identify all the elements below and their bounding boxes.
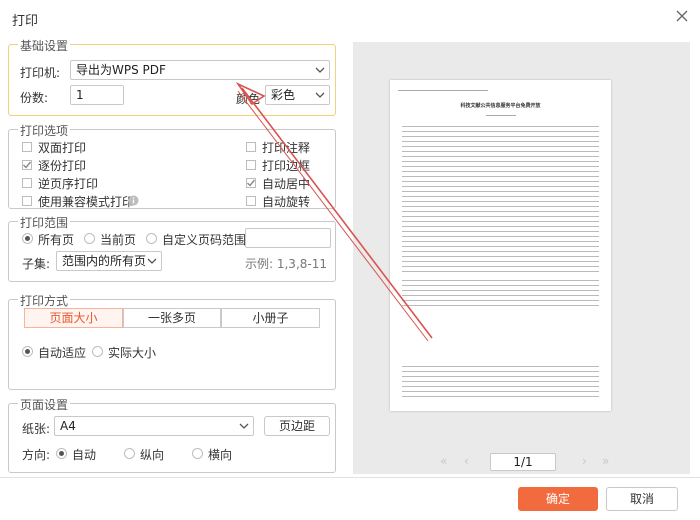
ok-button[interactable]: 确定: [518, 487, 598, 511]
reverse-label: 逆页序打印: [38, 177, 99, 191]
color-select[interactable]: 彩色: [265, 85, 330, 105]
preview-author-line: [486, 115, 516, 116]
actual-size-label: 实际大小: [108, 346, 157, 360]
copies-label: 份数:: [20, 91, 49, 105]
actual-size-radio[interactable]: [92, 346, 103, 357]
paper-label: 纸张:: [22, 422, 51, 436]
orientation-portrait-radio[interactable]: [124, 448, 135, 459]
duplex-label: 双面打印: [38, 141, 87, 155]
preview-page: 科技文献公共信息服务平台免费开放: [390, 80, 611, 411]
preview-body-block-1: [402, 126, 599, 276]
tab-page-size[interactable]: 页面大小: [24, 308, 123, 328]
print-range-title: 打印范围: [18, 214, 71, 231]
footer-divider: [0, 477, 700, 478]
dialog-title: 打印: [12, 14, 39, 29]
range-current-label: 当前页: [100, 233, 137, 247]
custom-range-input[interactable]: [245, 228, 331, 248]
chevron-down-icon: [315, 92, 325, 98]
basic-settings-title: 基础设置: [18, 37, 71, 54]
paper-value: A4: [60, 419, 76, 433]
collate-label: 逐份打印: [38, 159, 87, 173]
annotations-checkbox[interactable]: [246, 142, 256, 152]
paper-select[interactable]: A4: [54, 416, 254, 436]
preview-header-line: [398, 90, 488, 91]
preview-body-block-3: [402, 366, 599, 398]
page-setup-group: [8, 403, 336, 473]
subset-label: 子集:: [22, 257, 51, 271]
compat-checkbox[interactable]: [22, 196, 32, 206]
print-mode-title: 打印方式: [18, 292, 71, 309]
tab-multi-page[interactable]: 一张多页: [123, 308, 221, 328]
orientation-landscape-radio[interactable]: [192, 448, 203, 459]
first-page-button[interactable]: «: [440, 454, 447, 468]
range-custom-label: 自定义页码范围: [162, 233, 247, 247]
prev-page-button[interactable]: ‹: [464, 454, 469, 468]
orientation-auto-label: 自动: [72, 448, 97, 462]
range-current-radio[interactable]: [84, 233, 95, 244]
auto-center-label: 自动居中: [262, 177, 311, 191]
collate-checkbox[interactable]: [22, 160, 32, 170]
subset-select[interactable]: 范围内的所有页: [56, 251, 162, 271]
close-icon[interactable]: [674, 8, 690, 24]
annotations-label: 打印注释: [262, 141, 311, 155]
info-icon[interactable]: [128, 195, 139, 206]
range-example: 示例: 1,3,8-11: [245, 257, 327, 271]
copies-input[interactable]: 1: [70, 85, 124, 105]
color-label: 颜色: [236, 92, 261, 106]
page-indicator[interactable]: 1/1: [490, 453, 556, 471]
range-all-radio[interactable]: [22, 233, 33, 244]
margins-button[interactable]: 页边距: [264, 416, 330, 436]
orientation-portrait-label: 纵向: [140, 448, 165, 462]
printer-label: 打印机:: [20, 66, 61, 80]
borders-checkbox[interactable]: [246, 160, 256, 170]
orientation-auto-radio[interactable]: [56, 448, 67, 459]
auto-rotate-checkbox[interactable]: [246, 196, 256, 206]
duplex-checkbox[interactable]: [22, 142, 32, 152]
check-icon: [247, 179, 256, 187]
reverse-checkbox[interactable]: [22, 178, 32, 188]
check-icon: [23, 161, 32, 169]
tab-booklet[interactable]: 小册子: [221, 308, 320, 328]
fit-radio[interactable]: [22, 346, 33, 357]
preview-body-block-2: [402, 280, 599, 310]
auto-rotate-label: 自动旋转: [262, 195, 311, 209]
range-all-label: 所有页: [38, 233, 75, 247]
range-custom-radio[interactable]: [146, 233, 157, 244]
orientation-label: 方向:: [22, 448, 51, 462]
subset-value: 范围内的所有页: [62, 254, 147, 268]
compat-label: 使用兼容模式打印: [38, 195, 135, 209]
next-page-button[interactable]: ›: [582, 454, 587, 468]
preview-doc-title: 科技文献公共信息服务平台免费开放: [460, 103, 541, 109]
page-setup-title: 页面设置: [18, 396, 71, 413]
fit-label: 自动适应: [38, 346, 87, 360]
chevron-down-icon: [147, 258, 157, 264]
last-page-button[interactable]: »: [602, 454, 609, 468]
chevron-down-icon: [239, 423, 249, 429]
auto-center-checkbox[interactable]: [246, 178, 256, 188]
borders-label: 打印边框: [262, 159, 311, 173]
color-value: 彩色: [271, 88, 296, 102]
orientation-landscape-label: 横向: [208, 448, 233, 462]
chevron-down-icon: [315, 67, 325, 73]
print-options-title: 打印选项: [18, 122, 71, 139]
printer-value: 导出为WPS PDF: [76, 63, 166, 77]
printer-select[interactable]: 导出为WPS PDF: [70, 60, 330, 80]
cancel-button[interactable]: 取消: [606, 487, 678, 511]
